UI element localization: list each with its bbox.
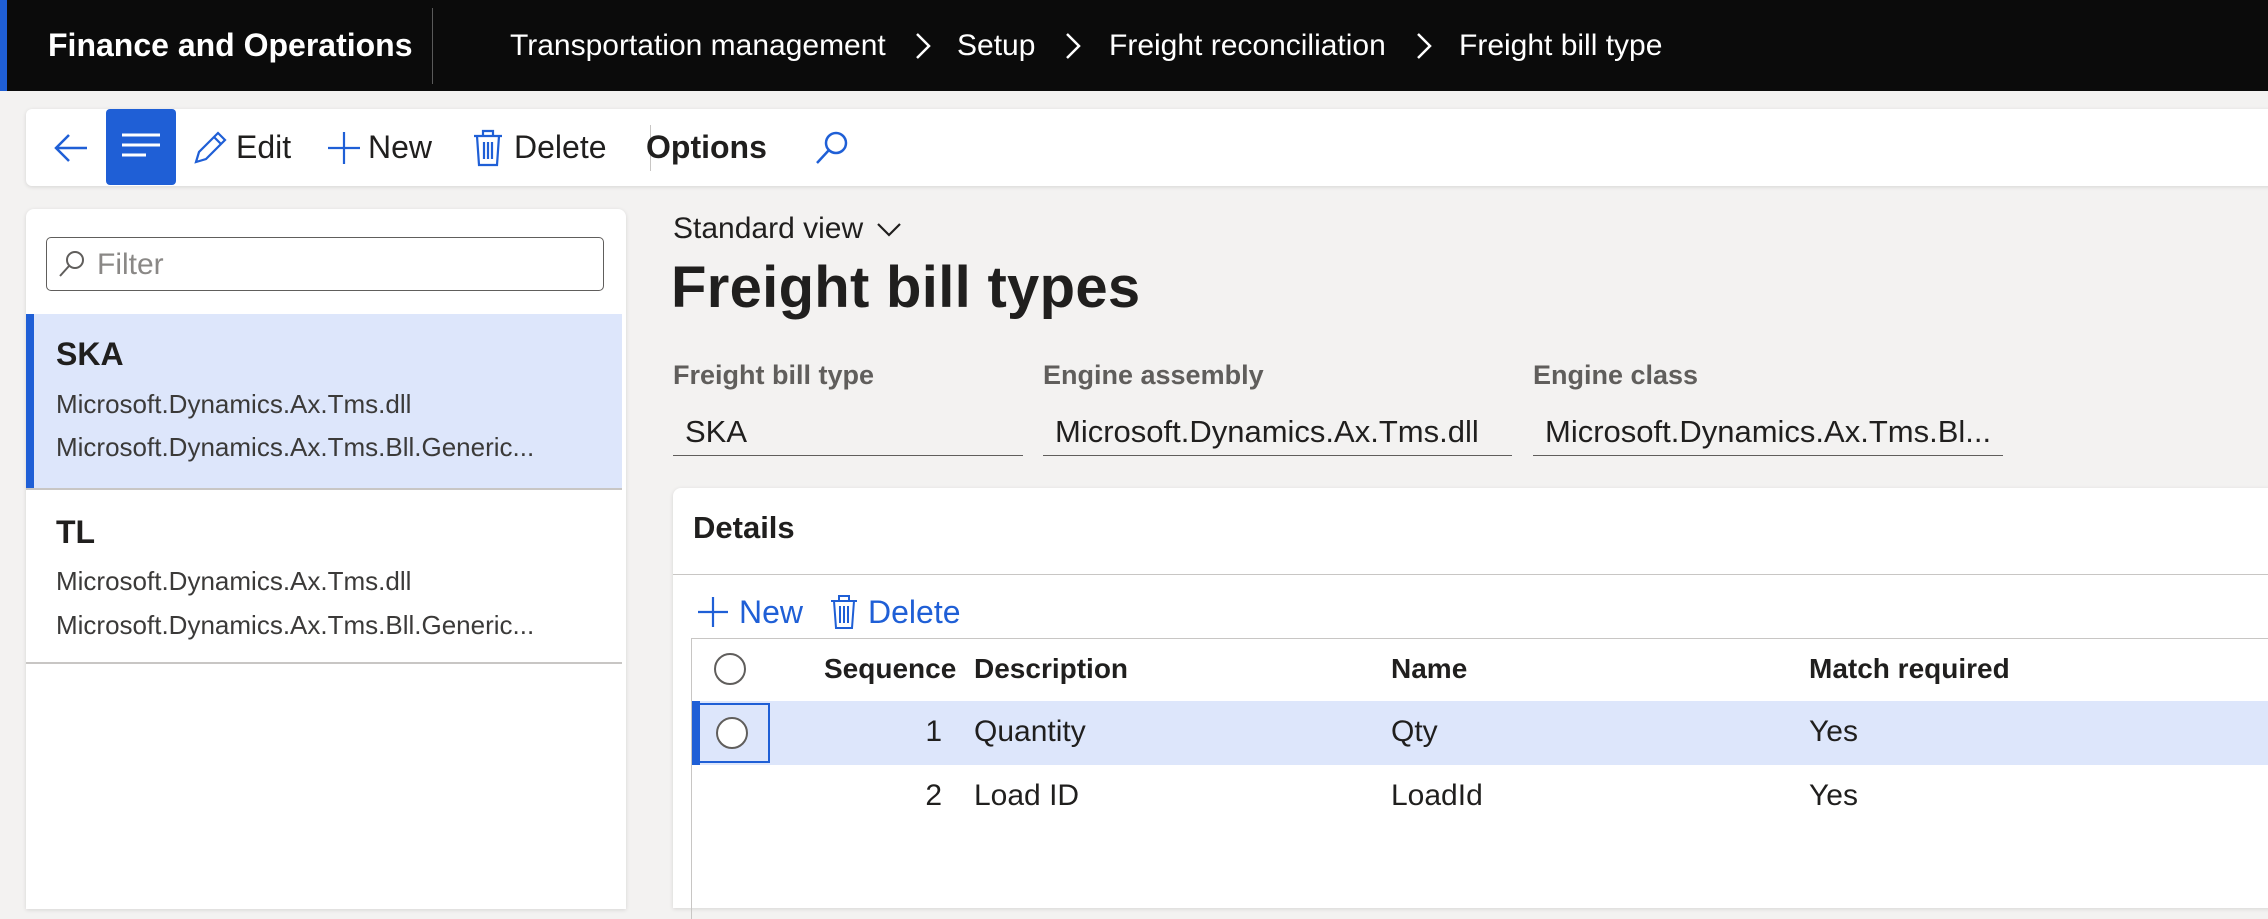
record-list-panel: SKA Microsoft.Dynamics.Ax.Tms.dll Micros… bbox=[26, 209, 626, 909]
engine-assembly-label: Engine assembly bbox=[1043, 360, 1264, 390]
plus-icon bbox=[328, 131, 360, 164]
breadcrumb-transportation-management[interactable]: Transportation management bbox=[510, 0, 886, 91]
nav-accent-strip bbox=[0, 0, 7, 91]
column-header-name[interactable]: Name bbox=[1391, 653, 1467, 685]
column-header-description[interactable]: Description bbox=[974, 653, 1128, 685]
new-label: New bbox=[368, 129, 433, 165]
trash-icon bbox=[831, 595, 857, 629]
edit-button[interactable]: Edit bbox=[190, 109, 291, 186]
view-label: Standard view bbox=[673, 212, 864, 245]
list-item[interactable]: SKA Microsoft.Dynamics.Ax.Tms.dll Micros… bbox=[26, 314, 622, 490]
delete-label: Delete bbox=[514, 129, 607, 165]
column-header-sequence[interactable]: Sequence bbox=[824, 653, 956, 685]
selection-indicator bbox=[26, 314, 34, 488]
grid-header: Sequence Description Name Match required bbox=[692, 639, 2268, 702]
list-item-assembly: Microsoft.Dynamics.Ax.Tms.dll bbox=[56, 389, 412, 419]
page-title: Freight bill types bbox=[671, 255, 1141, 320]
cell-description[interactable]: Load ID bbox=[974, 779, 1079, 813]
plus-icon bbox=[698, 597, 728, 627]
list-lines-icon bbox=[122, 133, 160, 157]
details-new-label: New bbox=[739, 593, 804, 630]
details-grid: Sequence Description Name Match required… bbox=[691, 638, 2268, 919]
chevron-right-icon bbox=[1066, 33, 1081, 59]
list-item-class: Microsoft.Dynamics.Ax.Tms.Bll.Generic... bbox=[56, 432, 535, 462]
filter-input[interactable] bbox=[95, 244, 599, 286]
list-item-assembly: Microsoft.Dynamics.Ax.Tms.dll bbox=[56, 566, 412, 596]
back-arrow-icon bbox=[54, 133, 87, 162]
cell-match-required[interactable]: Yes bbox=[1809, 715, 1858, 749]
breadcrumb-setup[interactable]: Setup bbox=[957, 0, 1035, 91]
options-label: Options bbox=[646, 129, 767, 165]
details-title: Details bbox=[693, 510, 795, 545]
nav-divider bbox=[432, 8, 433, 84]
breadcrumb-freight-reconciliation[interactable]: Freight reconciliation bbox=[1109, 0, 1386, 91]
cell-match-required[interactable]: Yes bbox=[1809, 779, 1858, 813]
column-header-match-required[interactable]: Match required bbox=[1809, 653, 2010, 685]
pencil-icon bbox=[194, 130, 227, 164]
list-item-code: SKA bbox=[56, 336, 124, 372]
cell-name[interactable]: Qty bbox=[1391, 715, 1438, 749]
chevron-right-icon bbox=[1417, 33, 1432, 59]
engine-assembly-field[interactable]: Microsoft.Dynamics.Ax.Tms.dll bbox=[1043, 408, 1512, 456]
search-icon bbox=[816, 131, 848, 164]
cell-name[interactable]: LoadId bbox=[1391, 779, 1483, 813]
search-button[interactable] bbox=[812, 109, 852, 186]
delete-button[interactable]: Delete bbox=[470, 109, 607, 186]
engine-class-label: Engine class bbox=[1533, 360, 1699, 390]
list-view-toggle-button[interactable] bbox=[106, 109, 176, 185]
list-item[interactable]: TL Microsoft.Dynamics.Ax.Tms.dll Microso… bbox=[26, 490, 622, 664]
cell-sequence: 1 bbox=[925, 715, 942, 748]
select-all-radio[interactable] bbox=[714, 653, 746, 685]
list-item-class: Microsoft.Dynamics.Ax.Tms.Bll.Generic... bbox=[56, 610, 535, 640]
breadcrumb-freight-bill-type[interactable]: Freight bill type bbox=[1459, 0, 1662, 91]
back-button[interactable] bbox=[46, 109, 96, 186]
chevron-down-icon bbox=[877, 223, 901, 237]
table-row[interactable]: 2 Load ID LoadId Yes bbox=[692, 765, 2268, 829]
top-nav-bar: Finance and Operations Transportation ma… bbox=[0, 0, 2268, 91]
action-pane: Edit New Delete Options bbox=[26, 109, 2268, 186]
cell-description[interactable]: Quantity bbox=[974, 715, 1086, 749]
options-button[interactable]: Options bbox=[646, 109, 767, 186]
engine-class-field[interactable]: Microsoft.Dynamics.Ax.Tms.Bl... bbox=[1533, 408, 2003, 456]
new-button[interactable]: New bbox=[324, 109, 432, 186]
details-section: Details New Delete Sequence Description … bbox=[673, 488, 2268, 919]
freight-bill-type-label: Freight bill type bbox=[673, 360, 875, 390]
row-select-radio[interactable] bbox=[716, 717, 748, 749]
edit-label: Edit bbox=[236, 129, 292, 165]
search-icon bbox=[59, 251, 84, 277]
details-delete-label: Delete bbox=[868, 593, 961, 630]
chevron-right-icon bbox=[916, 33, 931, 59]
freight-bill-type-field[interactable]: SKA bbox=[673, 408, 1023, 456]
table-row[interactable]: 1 Quantity Qty Yes bbox=[692, 701, 2268, 765]
app-title[interactable]: Finance and Operations bbox=[48, 0, 413, 91]
filter-field[interactable] bbox=[46, 237, 604, 291]
details-header[interactable]: Details bbox=[673, 488, 2268, 575]
list-item-code: TL bbox=[56, 514, 96, 550]
details-delete-button[interactable]: Delete bbox=[828, 580, 961, 644]
trash-icon bbox=[474, 129, 502, 166]
details-new-button[interactable]: New bbox=[695, 580, 803, 644]
cell-sequence: 2 bbox=[925, 779, 942, 812]
view-selector[interactable]: Standard view bbox=[673, 212, 903, 246]
